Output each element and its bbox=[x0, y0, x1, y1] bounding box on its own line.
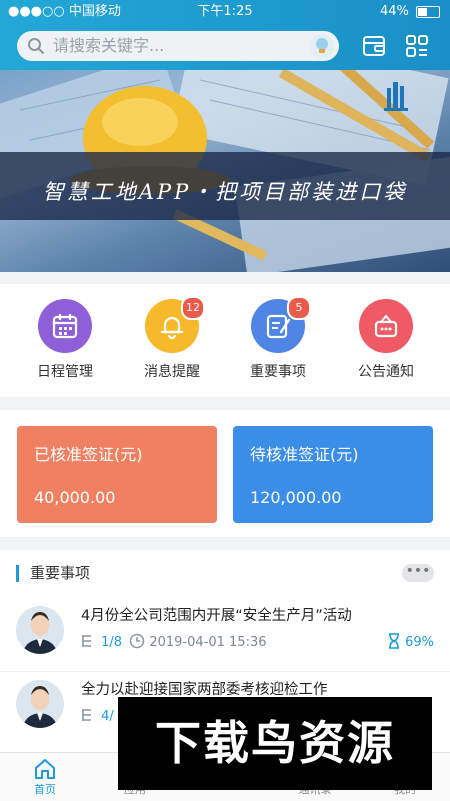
section-title: 重要事项 bbox=[30, 564, 91, 582]
tab-label: 首页 bbox=[34, 783, 56, 796]
promo-banner[interactable]: 智慧工地APP・把项目部装进口袋 bbox=[0, 70, 450, 272]
battery-indicator: 44% bbox=[380, 0, 440, 24]
quick-action-notice[interactable]: 公告通知 bbox=[336, 299, 436, 381]
home-icon bbox=[35, 759, 55, 779]
item-count: 4/ bbox=[101, 709, 114, 724]
pending-visa-title: 待核准签证(元) bbox=[250, 445, 359, 464]
approved-visa-value: 40,000.00 bbox=[34, 488, 116, 507]
item-percent: 69% bbox=[405, 635, 434, 650]
approved-visa-card[interactable]: 已核准签证(元) 40,000.00 bbox=[17, 426, 217, 523]
battery-icon bbox=[416, 5, 440, 18]
banner-slogan: 智慧工地APP・把项目部装进口袋 bbox=[42, 180, 408, 204]
pending-visa-card[interactable]: 待核准签证(元) 120,000.00 bbox=[233, 426, 433, 523]
item-progress: 69% bbox=[387, 633, 434, 650]
progress-steps-icon bbox=[82, 709, 91, 721]
battery-percent: 44% bbox=[379, 4, 409, 19]
search-input[interactable]: 请搜索关键字... bbox=[17, 31, 339, 61]
hourglass-icon bbox=[388, 633, 399, 649]
edit-note-icon: 5 bbox=[251, 296, 311, 353]
avatar bbox=[16, 606, 64, 654]
item-title: 4月份全公司范围内开展“安全生产月”活动 bbox=[81, 608, 352, 624]
tab-home[interactable]: 首页 bbox=[0, 753, 90, 797]
scan-apps-icon[interactable] bbox=[404, 33, 430, 59]
item-date: 2019-04-01 15:36 bbox=[149, 635, 267, 650]
search-placeholder: 请搜索关键字... bbox=[53, 36, 165, 55]
clock-icon bbox=[129, 633, 145, 649]
quick-action-label: 重要事项 bbox=[250, 364, 306, 380]
watermark: 下载鸟资源 bbox=[118, 697, 432, 790]
status-bar: ●●●○○ 中国移动 下午1:25 44% bbox=[0, 0, 450, 24]
quick-actions: 日程管理 12 消息提醒 5 重要事项 公告通知 bbox=[0, 284, 450, 397]
section-accent bbox=[16, 565, 19, 582]
calendar-icon bbox=[38, 299, 92, 353]
item-meta: 4/ bbox=[81, 707, 114, 724]
quick-action-schedule[interactable]: 日程管理 bbox=[15, 299, 115, 381]
quick-action-label: 公告通知 bbox=[358, 364, 414, 380]
top-header: ●●●○○ 中国移动 下午1:25 44% 请搜索关键字... bbox=[0, 0, 450, 70]
progress-steps-icon bbox=[82, 635, 91, 647]
item-count: 1/8 bbox=[101, 635, 123, 650]
pending-visa-value: 120,000.00 bbox=[250, 488, 342, 507]
search-icon bbox=[28, 38, 44, 54]
approved-visa-title: 已核准签证(元) bbox=[34, 445, 143, 464]
bell-icon: 12 bbox=[145, 296, 205, 353]
finance-summary: 已核准签证(元) 40,000.00 待核准签证(元) 120,000.00 bbox=[0, 410, 450, 537]
voice-icon[interactable] bbox=[310, 34, 334, 58]
more-button[interactable]: ••• bbox=[402, 564, 434, 582]
quick-action-important[interactable]: 5 重要事项 bbox=[228, 296, 328, 381]
quick-action-messages[interactable]: 12 消息提醒 bbox=[122, 296, 222, 381]
wallet-icon[interactable] bbox=[361, 33, 387, 59]
avatar bbox=[16, 680, 64, 728]
important-badge: 5 bbox=[287, 296, 311, 320]
item-title: 全力以赴迎接国家两部委考核迎检工作 bbox=[81, 682, 328, 698]
quick-action-label: 消息提醒 bbox=[144, 364, 200, 380]
megaphone-icon bbox=[359, 299, 413, 353]
quick-action-label: 日程管理 bbox=[37, 364, 93, 380]
list-item[interactable]: 4月份全公司范围内开展“安全生产月”活动 1/8 2019-04-01 15:3… bbox=[0, 598, 450, 672]
item-meta: 1/8 2019-04-01 15:36 bbox=[81, 633, 267, 650]
unread-badge: 12 bbox=[181, 296, 205, 320]
